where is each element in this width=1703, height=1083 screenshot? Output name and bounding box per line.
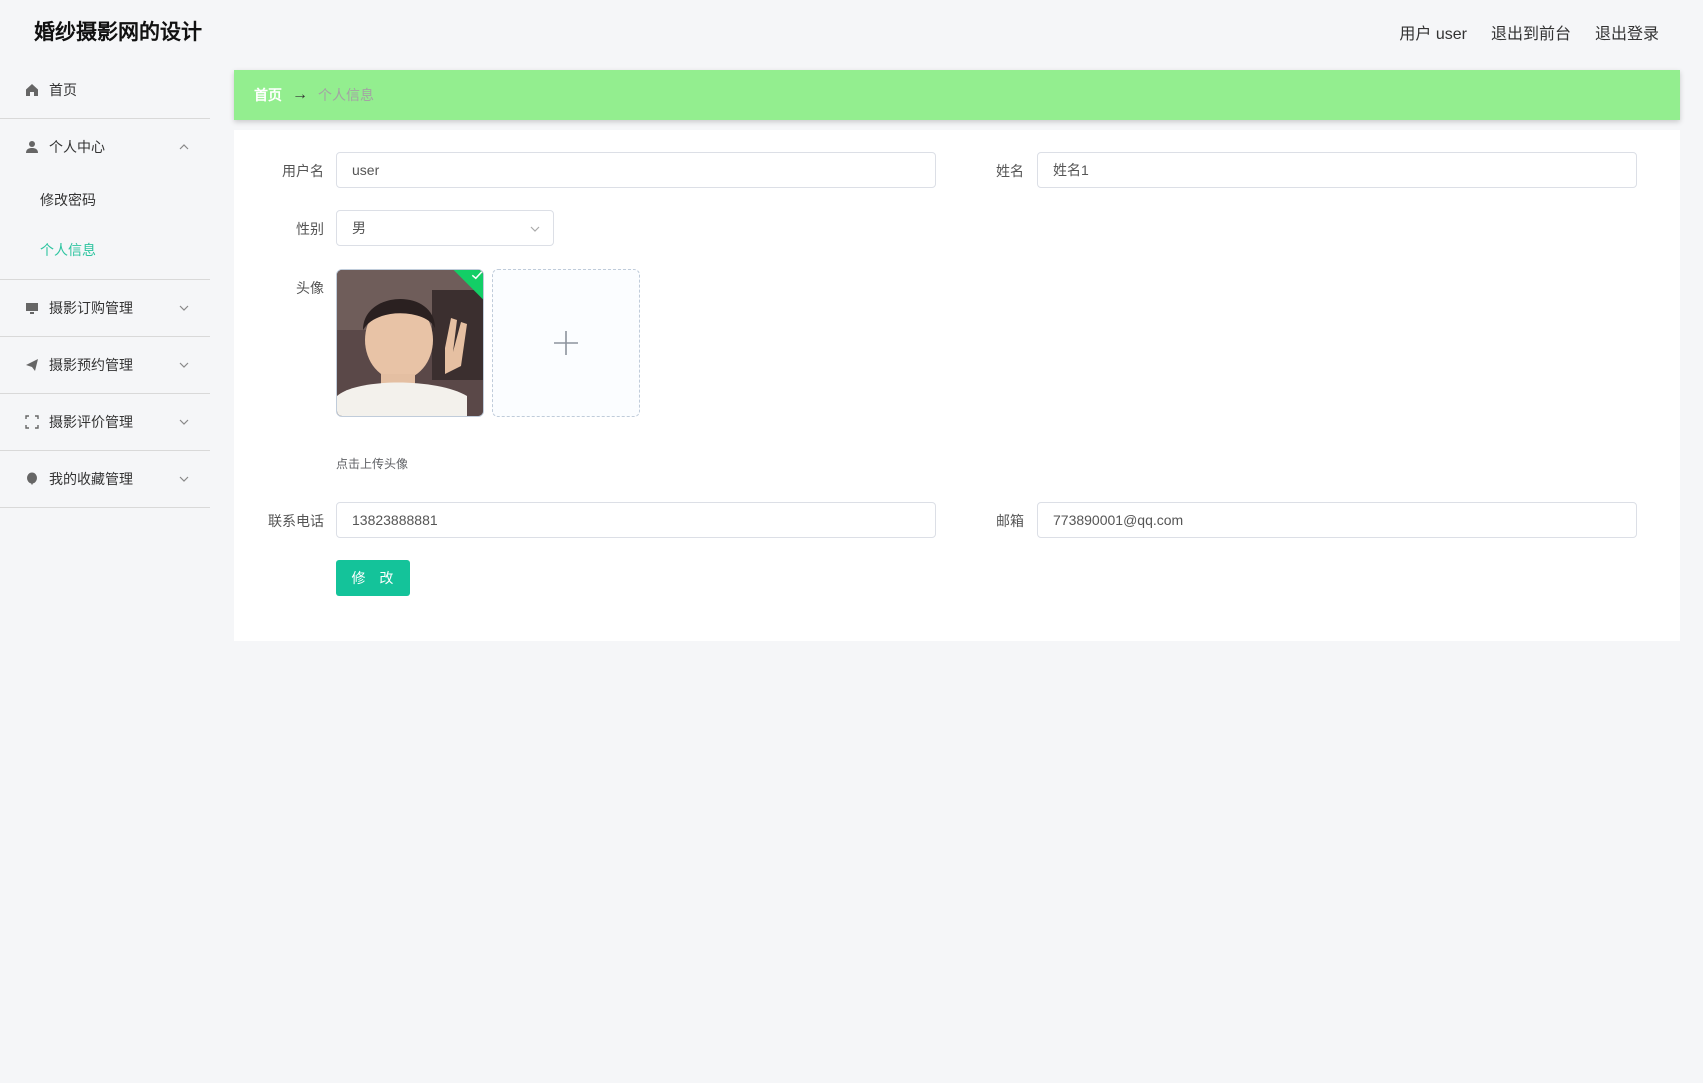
chevron-down-icon — [530, 226, 540, 232]
monitor-icon — [24, 300, 40, 316]
sidebar-item-label: 摄影预约管理 — [49, 357, 133, 373]
upload-tip: 点击上传头像 — [336, 457, 409, 471]
avatar-photo — [337, 270, 483, 416]
avatar-label: 头像 — [296, 280, 324, 296]
user-icon — [24, 139, 40, 155]
home-icon — [24, 82, 40, 98]
name-label: 姓名 — [996, 163, 1024, 179]
chevron-down-icon — [179, 419, 189, 425]
breadcrumb-separator: → — [292, 86, 308, 103]
username-field[interactable]: user — [336, 152, 936, 188]
update-button[interactable]: 修 改 — [336, 560, 410, 596]
gender-select[interactable]: 男 — [336, 210, 554, 246]
chevron-up-icon — [179, 144, 189, 150]
balloon-icon — [24, 471, 40, 487]
sidebar-item-change-password[interactable]: 修改密码 — [0, 175, 210, 225]
avatar-upload-button[interactable] — [492, 269, 640, 417]
top-header: 婚纱摄影网的设计 用户 user 退出到前台 退出登录 — [0, 0, 1703, 62]
sidebar-item-label: 首页 — [49, 82, 77, 98]
chevron-down-icon — [179, 476, 189, 482]
avatar-image[interactable] — [336, 269, 484, 417]
sidebar-item-home[interactable]: 首页 — [0, 62, 210, 119]
sidebar-item-personal-info[interactable]: 个人信息 — [0, 225, 210, 275]
sidebar: 首页 个人中心 修改密码 个人信息 摄影订购管理 摄影预约管理 摄影评价管理 我… — [0, 62, 210, 1083]
check-icon — [471, 270, 483, 280]
chevron-down-icon — [179, 305, 189, 311]
email-field[interactable]: 773890001@qq.com — [1037, 502, 1637, 538]
sidebar-item-label: 摄影订购管理 — [49, 300, 133, 316]
sidebar-item-review-management[interactable]: 摄影评价管理 — [0, 394, 210, 451]
send-icon — [24, 357, 40, 373]
gender-select-value: 男 — [352, 220, 366, 236]
top-links: 用户 user 退出到前台 退出登录 — [1399, 20, 1659, 44]
logout-link[interactable]: 退出登录 — [1595, 20, 1659, 44]
phone-field[interactable]: 13823888881 — [336, 502, 936, 538]
email-label: 邮箱 — [996, 513, 1024, 529]
sidebar-item-booking-management[interactable]: 摄影预约管理 — [0, 337, 210, 394]
sidebar-item-favorites-management[interactable]: 我的收藏管理 — [0, 451, 210, 508]
sidebar-item-label: 摄影评价管理 — [49, 414, 133, 430]
sidebar-item-order-management[interactable]: 摄影订购管理 — [0, 280, 210, 337]
phone-label: 联系电话 — [268, 513, 324, 529]
user-label: 用户 user — [1399, 26, 1467, 43]
fullscreen-icon — [24, 414, 40, 430]
sidebar-item-personal-center[interactable]: 个人中心 — [0, 119, 210, 175]
sidebar-item-label: 我的收藏管理 — [49, 471, 133, 487]
gender-label: 性别 — [296, 221, 324, 237]
submenu-personal-center: 修改密码 个人信息 — [0, 175, 210, 280]
sidebar-item-label: 个人中心 — [49, 139, 105, 155]
chevron-down-icon — [179, 362, 189, 368]
name-field[interactable]: 姓名1 — [1037, 152, 1637, 188]
plus-icon — [554, 331, 578, 355]
breadcrumb: 首页 → 个人信息 — [234, 70, 1680, 120]
breadcrumb-current: 个人信息 — [318, 87, 374, 103]
username-label: 用户名 — [282, 163, 324, 179]
app-title: 婚纱摄影网的设计 — [34, 21, 202, 44]
front-link[interactable]: 退出到前台 — [1491, 20, 1571, 44]
breadcrumb-home[interactable]: 首页 — [254, 85, 282, 105]
profile-form-panel: 用户名 user 姓名 姓名1 性别 男 头像 点击上传头像 联系电话 1382… — [234, 130, 1680, 641]
